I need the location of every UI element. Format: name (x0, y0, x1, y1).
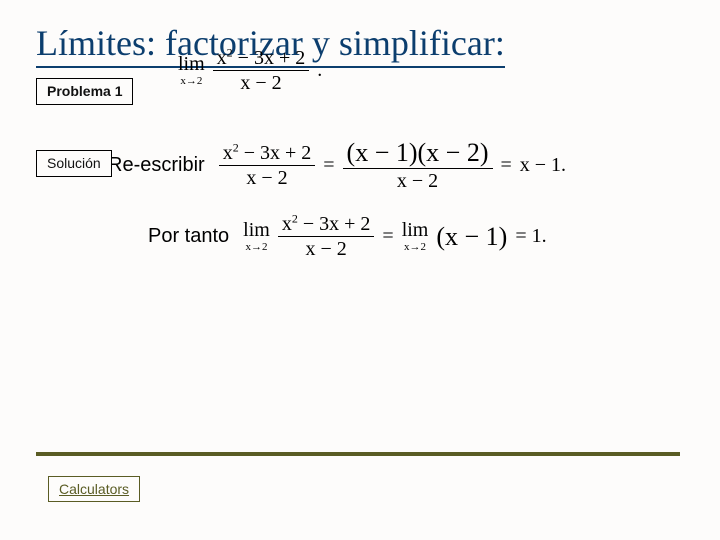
rhs-value: = 1. (515, 225, 546, 248)
num3: (x − 1)(x − 2) (343, 140, 493, 166)
num4: x2 − 3x + 2 (282, 213, 371, 235)
rewrite-expression: Re-escribir x2 − 3x + 2 x − 2 = (x − 1)(… (108, 140, 566, 191)
problem-label-box: Problema 1 (36, 78, 133, 105)
eq3: = (382, 225, 393, 248)
solution-label-box: Solución (36, 150, 112, 177)
therefore-expression: Por tanto lim x→2 x2 − 3x + 2 x − 2 = li… (148, 214, 547, 259)
den1: x − 2 (236, 73, 285, 93)
eq1: = (323, 154, 334, 177)
lim-sub-3: x→2 (404, 242, 426, 253)
footer-divider (36, 452, 680, 456)
simplified: x − 1. (520, 154, 566, 177)
lim-label: lim (178, 54, 205, 74)
rewrite-label: Re-escribir (108, 154, 205, 177)
problem-expression: lim x→2 x2 − 3x + 2 x − 2 . (178, 48, 322, 93)
lim-sub-2: x→2 (246, 242, 268, 253)
den2: x − 2 (242, 168, 291, 188)
num1: x2 − 3x + 2 (217, 47, 306, 69)
lim-sub: x→2 (180, 76, 202, 87)
eq2: = (501, 154, 512, 177)
lim-label-2: lim (243, 220, 270, 240)
lim-label-3: lim (402, 220, 429, 240)
num2: x2 − 3x + 2 (223, 142, 312, 164)
period1: . (317, 59, 322, 82)
den4: x − 2 (301, 239, 350, 259)
rhs-expr: (x − 1) (436, 222, 507, 252)
therefore-label: Por tanto (148, 225, 229, 248)
calculators-link[interactable]: Calculators (48, 476, 140, 502)
den3: x − 2 (393, 171, 442, 191)
